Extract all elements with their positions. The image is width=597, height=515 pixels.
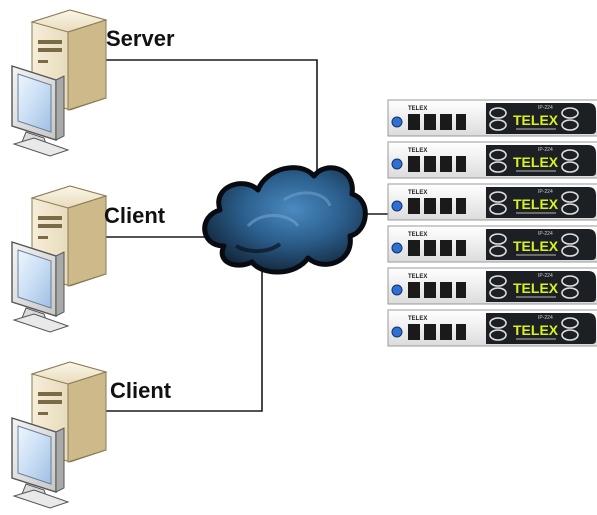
network-diagram: TELEX TELEX IP-224 [11,9,597,509]
client-label: Client [110,378,172,403]
telex-ip224-rack-unit-icon [387,183,597,221]
server-label: Server [106,26,175,51]
telex-ip224-rack-unit-icon [387,267,597,305]
telex-ip224-rack-unit-icon [387,141,597,179]
client-computer-icon [11,361,107,509]
server-computer-icon [11,9,107,157]
telex-ip224-rack-unit-icon [387,99,597,137]
network-cloud-icon [202,165,368,275]
device-stack [387,99,597,347]
client-label: Client [104,203,166,228]
client-computer-icon [11,185,107,333]
telex-ip224-rack-unit-icon [387,309,597,347]
telex-ip224-rack-unit-icon [387,225,597,263]
